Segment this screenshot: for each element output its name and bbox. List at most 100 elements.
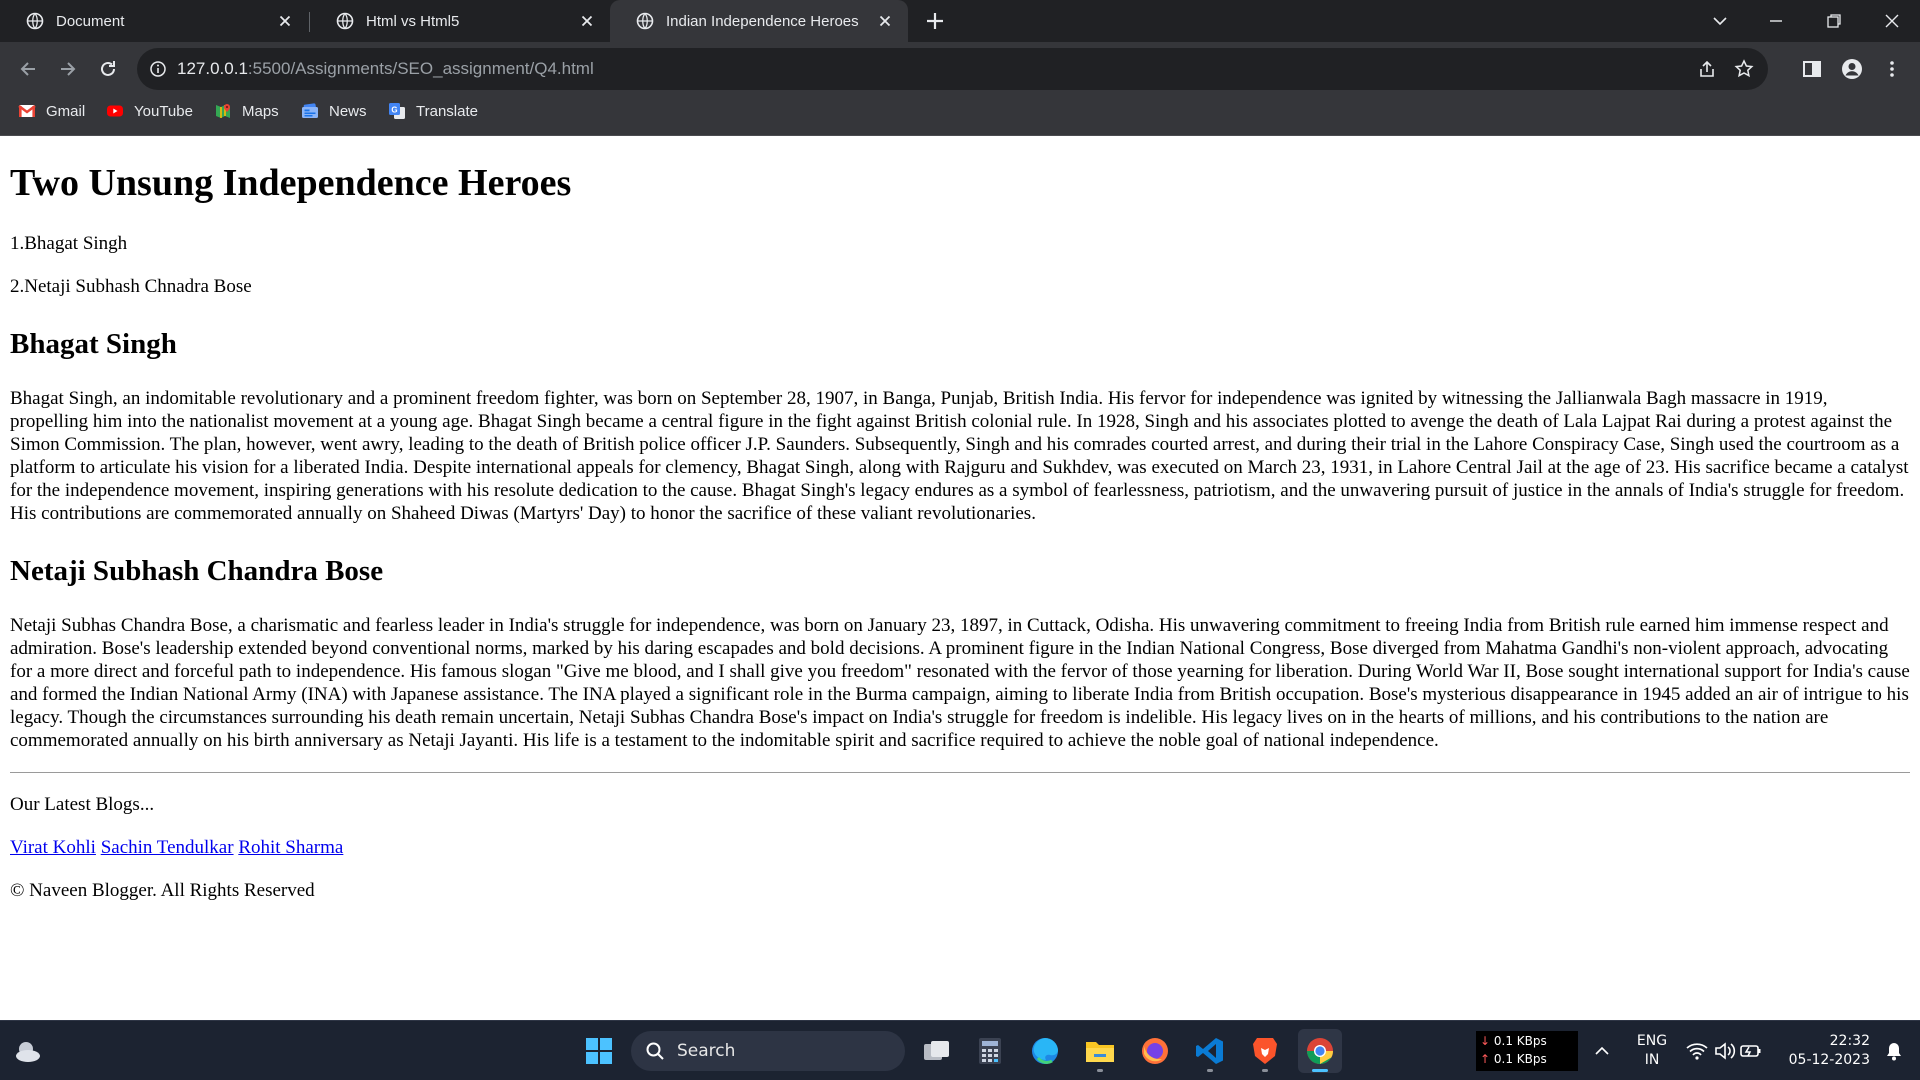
notifications-button[interactable] xyxy=(1874,1029,1914,1073)
bookmark-label: Gmail xyxy=(46,102,86,120)
tab-title: Html vs Html5 xyxy=(366,12,460,30)
bell-icon xyxy=(1887,1043,1901,1061)
clock-time: 22:32 xyxy=(1829,1033,1870,1049)
language-line1: ENG xyxy=(1636,1033,1668,1049)
net-down-row: ↓ 0.1 KBps xyxy=(1480,1034,1547,1048)
task-view-icon xyxy=(924,1041,949,1060)
globe-icon xyxy=(636,12,654,30)
reload-button[interactable] xyxy=(92,53,124,85)
share-icon[interactable] xyxy=(1697,59,1717,79)
profile-icon xyxy=(1842,59,1862,79)
section-heading-bhagat-singh: Bhagat Singh xyxy=(10,327,177,360)
language-indicator[interactable]: ENG IN xyxy=(1628,1031,1676,1071)
tab-html-vs-html5[interactable]: Html vs Html5 xyxy=(310,0,610,42)
file-explorer-app[interactable] xyxy=(1078,1029,1122,1073)
url-path: :5500/Assignments/SEO_assignment/Q4.html xyxy=(247,59,594,78)
info-icon[interactable] xyxy=(149,60,167,78)
firefox-app[interactable] xyxy=(1133,1029,1177,1073)
star-icon[interactable] xyxy=(1734,59,1754,79)
running-indicator xyxy=(1097,1069,1103,1072)
link-rohit-sharma[interactable]: Rohit Sharma xyxy=(238,837,343,858)
menu-button[interactable] xyxy=(1876,53,1908,85)
bookmarks-bar: Gmail YouTube Maps News G Translate xyxy=(0,96,1920,136)
url-host: 127.0.0.1 xyxy=(177,59,248,78)
language-line2: IN xyxy=(1644,1052,1660,1068)
vscode-app[interactable] xyxy=(1188,1029,1232,1073)
minimize-icon xyxy=(1770,20,1782,22)
tab-title: Indian Independence Heroes xyxy=(666,12,859,30)
bookmark-label: Maps xyxy=(242,102,279,120)
show-hidden-icons-button[interactable] xyxy=(1580,1029,1624,1073)
maps-icon xyxy=(216,104,230,118)
close-icon[interactable] xyxy=(276,12,294,30)
running-indicator xyxy=(1207,1069,1213,1072)
tab-search-button[interactable] xyxy=(1692,0,1748,42)
bookmark-maps[interactable]: Maps xyxy=(214,96,279,126)
bookmark-youtube[interactable]: YouTube xyxy=(106,96,193,126)
clock[interactable]: 22:32 05-12-2023 xyxy=(1780,1031,1874,1071)
minimize-button[interactable] xyxy=(1748,0,1804,42)
divider xyxy=(10,772,1910,774)
tab-indian-independence-heroes[interactable]: Indian Independence Heroes xyxy=(610,0,908,42)
close-icon[interactable] xyxy=(876,12,894,30)
restore-button[interactable] xyxy=(1806,0,1862,42)
bookmark-translate[interactable]: G Translate xyxy=(388,96,478,126)
translate-icon: G xyxy=(389,103,405,119)
volume-icon xyxy=(1715,1042,1736,1060)
network-speed: ↓ 0.1 KBps ↑ 0.1 KBps xyxy=(1476,1031,1578,1071)
calculator-icon xyxy=(979,1038,1001,1064)
vscode-icon xyxy=(1196,1038,1223,1064)
windows-icon xyxy=(586,1038,612,1064)
globe-icon xyxy=(336,12,354,30)
gmail-icon xyxy=(18,105,36,117)
forward-button[interactable] xyxy=(52,53,84,85)
start-button[interactable] xyxy=(577,1029,621,1073)
arrow-left-icon xyxy=(20,62,35,76)
tab-strip: Document Html vs Html5 Indian Independen… xyxy=(0,0,1920,42)
browser-toolbar: 127.0.0.1:5500/Assignments/SEO_assignmen… xyxy=(0,42,1920,96)
running-indicator xyxy=(1262,1069,1268,1072)
net-down: 0.1 KBps xyxy=(1493,1034,1547,1048)
close-icon[interactable] xyxy=(578,12,596,30)
reload-icon xyxy=(101,61,115,76)
link-sachin-tendulkar[interactable]: Sachin Tendulkar xyxy=(101,837,234,858)
list-item: 1.Bhagat Singh xyxy=(10,232,128,254)
bookmark-gmail[interactable]: Gmail xyxy=(18,96,85,126)
section-body-bhagat-singh: Bhagat Singh, an indomitable revolutiona… xyxy=(10,388,1909,525)
net-up: 0.1 KBps xyxy=(1493,1052,1547,1066)
task-view-button[interactable] xyxy=(915,1029,959,1073)
side-panel-button[interactable] xyxy=(1796,53,1828,85)
bookmark-news[interactable]: News xyxy=(301,96,367,126)
close-icon xyxy=(1885,14,1899,28)
blog-links: Virat Kohli Sachin Tendulkar Rohit Sharm… xyxy=(10,836,1910,859)
chrome-app[interactable] xyxy=(1298,1029,1342,1073)
profile-button[interactable] xyxy=(1836,53,1868,85)
svg-text:G: G xyxy=(391,106,397,115)
new-tab-button[interactable] xyxy=(907,0,963,42)
system-tray-icons[interactable] xyxy=(1684,1039,1764,1063)
clock-date: 05-12-2023 xyxy=(1788,1052,1870,1068)
brave-app[interactable] xyxy=(1243,1029,1287,1073)
section-heading-subhash-bose: Netaji Subhash Chandra Bose xyxy=(10,555,384,588)
chevron-down-icon xyxy=(1713,17,1727,26)
page-content: Two Unsung Independence Heroes 1.Bhagat … xyxy=(0,136,1920,1020)
list-item: 2.Netaji Subhash Chnadra Bose xyxy=(10,275,252,297)
address-bar[interactable]: 127.0.0.1:5500/Assignments/SEO_assignmen… xyxy=(137,48,1768,90)
taskbar-search[interactable]: Search xyxy=(631,1031,905,1071)
arrow-down-icon: ↓ xyxy=(1480,1034,1491,1048)
weather-widget[interactable] xyxy=(6,1029,50,1073)
net-up-row: ↑ 0.1 KBps xyxy=(1480,1052,1547,1066)
back-button[interactable] xyxy=(12,53,44,85)
arrow-up-icon: ↑ xyxy=(1480,1052,1491,1066)
calculator-app[interactable] xyxy=(968,1029,1012,1073)
section-body-subhash-bose: Netaji Subhas Chandra Bose, a charismati… xyxy=(10,615,1910,752)
close-window-button[interactable] xyxy=(1864,0,1920,42)
edge-icon xyxy=(1032,1038,1058,1064)
news-icon xyxy=(302,103,318,118)
edge-app[interactable] xyxy=(1023,1029,1067,1073)
link-virat-kohli[interactable]: Virat Kohli xyxy=(10,837,96,858)
url-text[interactable]: 127.0.0.1:5500/Assignments/SEO_assignmen… xyxy=(177,59,594,79)
brave-icon xyxy=(1253,1038,1277,1064)
tab-document[interactable]: Document xyxy=(0,0,308,42)
bookmark-label: YouTube xyxy=(134,102,193,120)
